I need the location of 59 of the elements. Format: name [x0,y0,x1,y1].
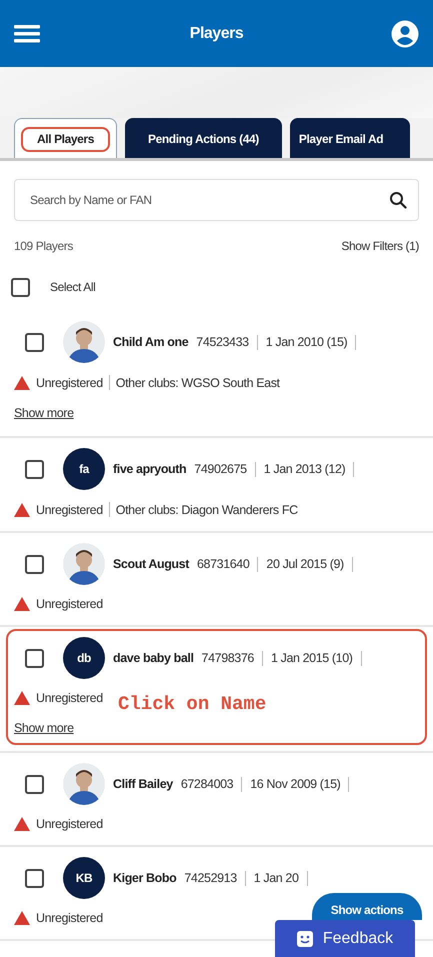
fan-number: 68731640 [196,557,250,571]
date-of-birth: 1 Jan 2010 (15) [266,335,348,349]
player-name[interactable]: Cliff Bailey [113,777,173,791]
feedback-button[interactable]: Feedback [275,920,415,957]
checkbox[interactable] [25,648,44,668]
player-name[interactable]: Child Am one [113,335,188,349]
fan-number: 74902675 [194,462,247,476]
checkbox[interactable] [25,460,44,478]
show-actions-button[interactable]: Show actions [312,893,422,920]
warning-icon [14,817,30,831]
avatar: KB [63,857,105,899]
checkbox[interactable] [25,332,44,352]
player-name[interactable]: dave baby ball [113,651,194,665]
fan-number: 74523433 [196,335,249,349]
tab[interactable]: Pending Actions (44) [124,118,282,158]
fan-number: 74252913 [184,871,237,885]
warning-icon [14,502,30,516]
status-label: Unregistered [36,502,103,516]
status-label: Unregistered [36,597,103,611]
fan-number: 67284003 [180,777,234,791]
other-clubs: Other clubs: WGSO South East [116,376,280,390]
tab[interactable]: Player Email Ad [290,118,410,158]
checkbox[interactable] [25,868,44,888]
show-filters-link[interactable]: Show Filters (1) [341,239,419,253]
date-of-birth: 16 Nov 2009 (15) [250,777,340,791]
status-label: Unregistered [36,376,103,390]
date-of-birth: 1 Jan 2015 (10) [270,651,353,665]
warning-icon [14,597,30,611]
account-icon[interactable] [391,20,419,48]
warning-icon [14,691,30,705]
checkbox[interactable] [25,774,44,794]
checkbox[interactable] [25,554,44,574]
fan-number: 74798376 [202,651,254,665]
show-more-link[interactable]: Show more [14,721,74,735]
search-field[interactable]: Search by Name or FAN [14,179,419,221]
annotation-text: Click on Name [118,693,266,715]
page-title: Players [190,24,244,42]
tab[interactable]: All Players [14,118,117,158]
search-icon[interactable] [389,191,407,209]
warning-icon [14,376,30,390]
smiley-icon [296,930,313,946]
avatar: fa [63,448,105,490]
date-of-birth: 20 Jul 2015 (9) [266,557,344,571]
player-name[interactable]: Scout August [113,557,189,571]
date-of-birth: 1 Jan 2013 (12) [264,462,346,476]
player-name[interactable]: five apryouth [113,462,186,476]
status-label: Unregistered [36,911,103,925]
other-clubs: Other clubs: Diagon Wanderers FC [116,502,298,516]
status-label: Unregistered [36,691,103,705]
player-count: 109 Players [14,239,73,253]
show-more-link[interactable]: Show more [14,406,74,420]
checkbox[interactable] [11,278,30,296]
menu-icon[interactable] [14,22,42,44]
date-of-birth: 1 Jan 20 [254,871,299,885]
avatar: db [63,637,105,679]
select-all-label: Select All [50,280,96,294]
player-name[interactable]: Kiger Bobo [113,871,176,885]
warning-icon [14,911,30,925]
status-label: Unregistered [36,817,103,831]
